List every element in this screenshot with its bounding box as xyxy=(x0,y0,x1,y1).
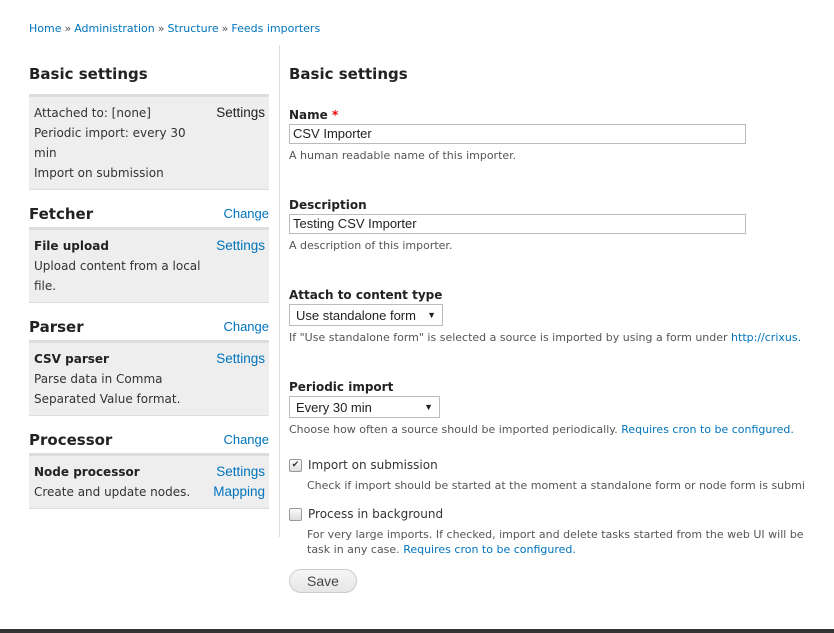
import-on-submission-label[interactable]: Import on submission xyxy=(308,458,438,472)
importer-sidebar: Basic settings Attached to: [none] Perio… xyxy=(29,60,269,509)
periodic-import-field-group: Periodic import Every 30 min ▼ Choose ho… xyxy=(289,380,834,436)
parser-plugin-name: CSV parser xyxy=(34,352,109,366)
import-on-submission-text: Import on submission xyxy=(34,166,164,180)
fetcher-panel: File upload Upload content from a local … xyxy=(29,227,269,303)
name-label: Name xyxy=(289,108,328,122)
basic-settings-form: Basic settings Name * CSV Importer A hum… xyxy=(289,60,834,593)
bottom-bar xyxy=(0,629,834,633)
dropdown-arrow-icon: ▼ xyxy=(424,402,433,412)
cron-config-link[interactable]: Requires cron to be configured. xyxy=(621,423,794,436)
breadcrumb-structure[interactable]: Structure xyxy=(167,22,218,35)
import-on-submission-checkbox[interactable]: ✔ xyxy=(289,458,302,472)
breadcrumb-separator: » xyxy=(157,22,165,35)
basic-settings-panel: Attached to: [none] Periodic import: eve… xyxy=(29,94,269,190)
checkmark-icon: ✔ xyxy=(291,460,300,470)
breadcrumb-feeds-importers[interactable]: Feeds importers xyxy=(231,22,320,35)
fetcher-settings-link[interactable]: Settings xyxy=(216,238,265,253)
name-field-group: Name * CSV Importer A human readable nam… xyxy=(289,108,834,162)
periodic-import-label: Periodic import xyxy=(289,380,394,394)
breadcrumb-separator: » xyxy=(221,22,229,35)
breadcrumb-administration[interactable]: Administration xyxy=(74,22,155,35)
breadcrumb: Home» Administration» Structure» Feeds impo… xyxy=(29,22,320,35)
description-label: Description xyxy=(289,198,367,212)
content-type-select[interactable]: Use standalone form ▼ xyxy=(289,304,443,326)
processor-section: Processor Change Node processor Create a… xyxy=(29,416,269,509)
fetcher-title: Fetcher xyxy=(29,205,94,223)
save-button[interactable]: Save xyxy=(289,569,357,593)
parser-change-link[interactable]: Change xyxy=(223,319,269,334)
process-background-group: Process in background For very large imp… xyxy=(289,507,834,557)
attached-to-text: Attached to: [none] xyxy=(34,106,151,120)
name-description: A human readable name of this importer. xyxy=(289,149,517,162)
processor-mapping-link[interactable]: Mapping xyxy=(213,484,265,499)
column-divider xyxy=(279,45,280,537)
description-field-group: Description Testing CSV Importer A descr… xyxy=(289,198,834,252)
fetcher-section: Fetcher Change File upload Upload conten… xyxy=(29,190,269,303)
basic-settings-link[interactable]: Settings xyxy=(216,105,265,120)
description-input[interactable]: Testing CSV Importer xyxy=(289,214,746,234)
breadcrumb-separator: » xyxy=(64,22,72,35)
description-help: A description of this importer. xyxy=(289,239,453,252)
process-background-checkbox[interactable] xyxy=(289,507,302,521)
content-type-help: If "Use standalone form" is selected a s… xyxy=(289,331,732,344)
standalone-form-url-link[interactable]: http://crixus. xyxy=(731,331,801,344)
content-type-value: Use standalone form xyxy=(296,307,416,323)
periodic-import-value: Every 30 min xyxy=(296,399,372,415)
processor-settings-link[interactable]: Settings xyxy=(216,464,265,479)
periodic-import-select[interactable]: Every 30 min ▼ xyxy=(289,396,440,418)
form-title: Basic settings xyxy=(289,65,408,83)
parser-plugin-description: Parse data in Comma Separated Value form… xyxy=(34,372,181,406)
parser-settings-link[interactable]: Settings xyxy=(216,351,265,366)
parser-panel: CSV parser Parse data in Comma Separated… xyxy=(29,340,269,416)
periodic-import-text: Periodic import: every 30 min xyxy=(34,126,186,160)
fetcher-plugin-description: Upload content from a local file. xyxy=(34,259,201,293)
content-type-label: Attach to content type xyxy=(289,288,443,302)
process-background-help-line1: For very large imports. If checked, impo… xyxy=(307,528,804,541)
fetcher-change-link[interactable]: Change xyxy=(223,206,269,221)
import-on-submission-group: ✔ Import on submission Check if import s… xyxy=(289,458,834,493)
processor-plugin-description: Create and update nodes. xyxy=(34,485,191,499)
processor-panel: Node processor Create and update nodes. … xyxy=(29,453,269,509)
processor-title: Processor xyxy=(29,431,113,449)
sidebar-title: Basic settings xyxy=(29,65,148,83)
required-marker: * xyxy=(331,108,339,122)
process-background-label[interactable]: Process in background xyxy=(308,507,443,521)
processor-change-link[interactable]: Change xyxy=(223,432,269,447)
import-on-submission-help: Check if import should be started at the… xyxy=(307,479,805,492)
dropdown-arrow-icon: ▼ xyxy=(427,310,436,320)
cron-config-link-2[interactable]: Requires cron to be configured. xyxy=(403,543,576,556)
name-input[interactable]: CSV Importer xyxy=(289,124,746,144)
processor-plugin-name: Node processor xyxy=(34,465,140,479)
parser-title: Parser xyxy=(29,318,84,336)
breadcrumb-home[interactable]: Home xyxy=(29,22,61,35)
parser-section: Parser Change CSV parser Parse data in C… xyxy=(29,303,269,416)
fetcher-plugin-name: File upload xyxy=(34,239,109,253)
content-type-field-group: Attach to content type Use standalone fo… xyxy=(289,288,834,344)
periodic-import-help: Choose how often a source should be impo… xyxy=(289,423,622,436)
process-background-help-line2: task in any case. xyxy=(307,543,404,556)
